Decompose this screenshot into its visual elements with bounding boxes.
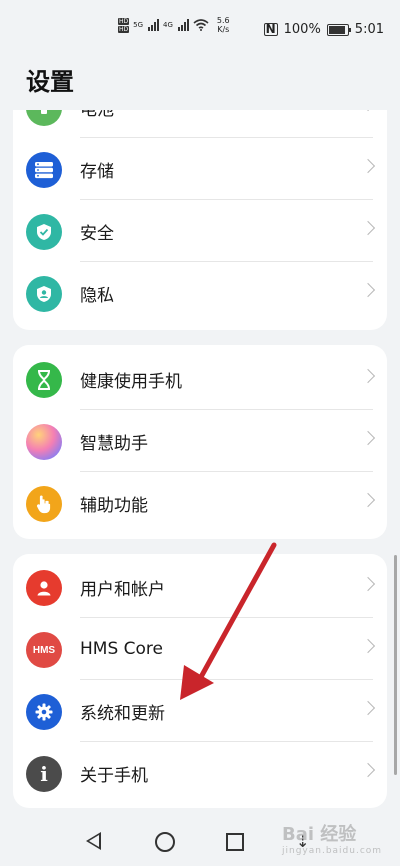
page-title: 设置 — [26, 68, 74, 96]
recent-apps-icon[interactable] — [226, 833, 244, 851]
settings-item-smart-assistant[interactable]: 智慧助手 — [13, 410, 387, 472]
settings-item-label: 智慧助手 — [80, 433, 148, 454]
hand-icon — [26, 486, 62, 522]
watermark: Bai 经验 jingyan.baidu.com — [282, 820, 382, 856]
home-icon[interactable] — [155, 832, 175, 852]
clock-time: 5:01 — [354, 22, 384, 37]
hms-icon: HMS — [26, 632, 62, 668]
info-icon: i — [26, 756, 62, 792]
settings-item-label: 关于手机 — [80, 765, 148, 786]
settings-item-battery[interactable]: 电池 — [13, 110, 387, 138]
speed-unit: K/s — [217, 25, 230, 34]
speed-value: 5.6 — [216, 16, 230, 25]
chevron-right-icon — [360, 492, 376, 508]
watermark-sub: jingyan.baidu.com — [282, 846, 383, 856]
settings-item-label: HMS Core — [80, 639, 163, 659]
chevron-right-icon — [360, 368, 376, 384]
hd-badges: HD HD — [118, 17, 130, 33]
chevron-right-icon — [360, 638, 376, 654]
chevron-right-icon — [360, 762, 376, 778]
hms-icon-text: HMS — [32, 644, 56, 656]
settings-group-device: 电池 存储 安全 隐私 — [13, 110, 387, 330]
settings-item-system-update[interactable]: 系统和更新 — [13, 680, 387, 742]
settings-item-accessibility[interactable]: 辅助功能 — [13, 472, 387, 534]
settings-item-label: 辅助功能 — [80, 495, 148, 516]
settings-item-hms-core[interactable]: HMS HMS Core — [13, 618, 387, 680]
settings-item-label: 安全 — [80, 223, 114, 244]
settings-item-about-phone[interactable]: i 关于手机 — [13, 742, 387, 804]
hourglass-icon — [26, 362, 62, 398]
info-icon-glyph: i — [40, 762, 48, 786]
storage-icon — [26, 152, 62, 188]
chevron-right-icon — [360, 700, 376, 716]
settings-item-label: 用户和帐户 — [80, 579, 165, 600]
watermark-text: Bai 经验 — [282, 824, 357, 845]
network-4g-label: 4G — [163, 21, 173, 29]
nfc-icon: N — [263, 22, 278, 36]
chevron-right-icon — [360, 430, 376, 446]
battery-icon — [326, 23, 351, 36]
shield-icon — [26, 214, 62, 250]
settings-item-label: 隐私 — [80, 285, 114, 306]
network-5g-label: 5G — [133, 21, 144, 29]
settings-item-label: 电池 — [80, 110, 114, 120]
settings-item-label: 健康使用手机 — [80, 371, 182, 392]
chevron-right-icon — [360, 220, 376, 236]
settings-item-privacy[interactable]: 隐私 — [13, 262, 387, 324]
settings-group-system: 用户和帐户 HMS HMS Core 系统和更新 i 关于手机 — [13, 554, 387, 808]
back-icon[interactable] — [86, 832, 101, 850]
chevron-right-icon — [360, 576, 376, 592]
gear-icon — [26, 694, 62, 730]
battery-percent: 100% — [283, 22, 321, 37]
settings-item-digital-balance[interactable]: 健康使用手机 — [13, 348, 387, 410]
battery-icon — [26, 110, 62, 126]
signal-bars-icon — [177, 19, 189, 31]
signal-bars-icon — [148, 19, 160, 31]
status-bar: HD HD 5G 4G 5.6 K/s N 100% 5:01 — [0, 0, 400, 60]
network-speed: 5.6 K/s — [217, 16, 230, 34]
user-icon — [26, 570, 62, 606]
settings-item-security[interactable]: 安全 — [13, 200, 387, 262]
settings-item-label: 存储 — [80, 161, 114, 182]
chevron-right-icon — [360, 110, 376, 112]
chevron-right-icon — [360, 158, 376, 174]
settings-item-storage[interactable]: 存储 — [13, 138, 387, 200]
assistant-icon — [26, 424, 62, 460]
settings-group-wellbeing: 健康使用手机 智慧助手 辅助功能 — [13, 345, 387, 539]
hd-badge: HD — [118, 25, 130, 33]
chevron-right-icon — [360, 282, 376, 298]
settings-item-users-accounts[interactable]: 用户和帐户 — [13, 556, 387, 618]
privacy-icon — [26, 276, 62, 312]
settings-item-label: 系统和更新 — [80, 703, 165, 724]
scrollbar[interactable] — [394, 555, 397, 775]
wifi-icon — [193, 19, 209, 31]
hd-badge: HD — [118, 17, 130, 25]
